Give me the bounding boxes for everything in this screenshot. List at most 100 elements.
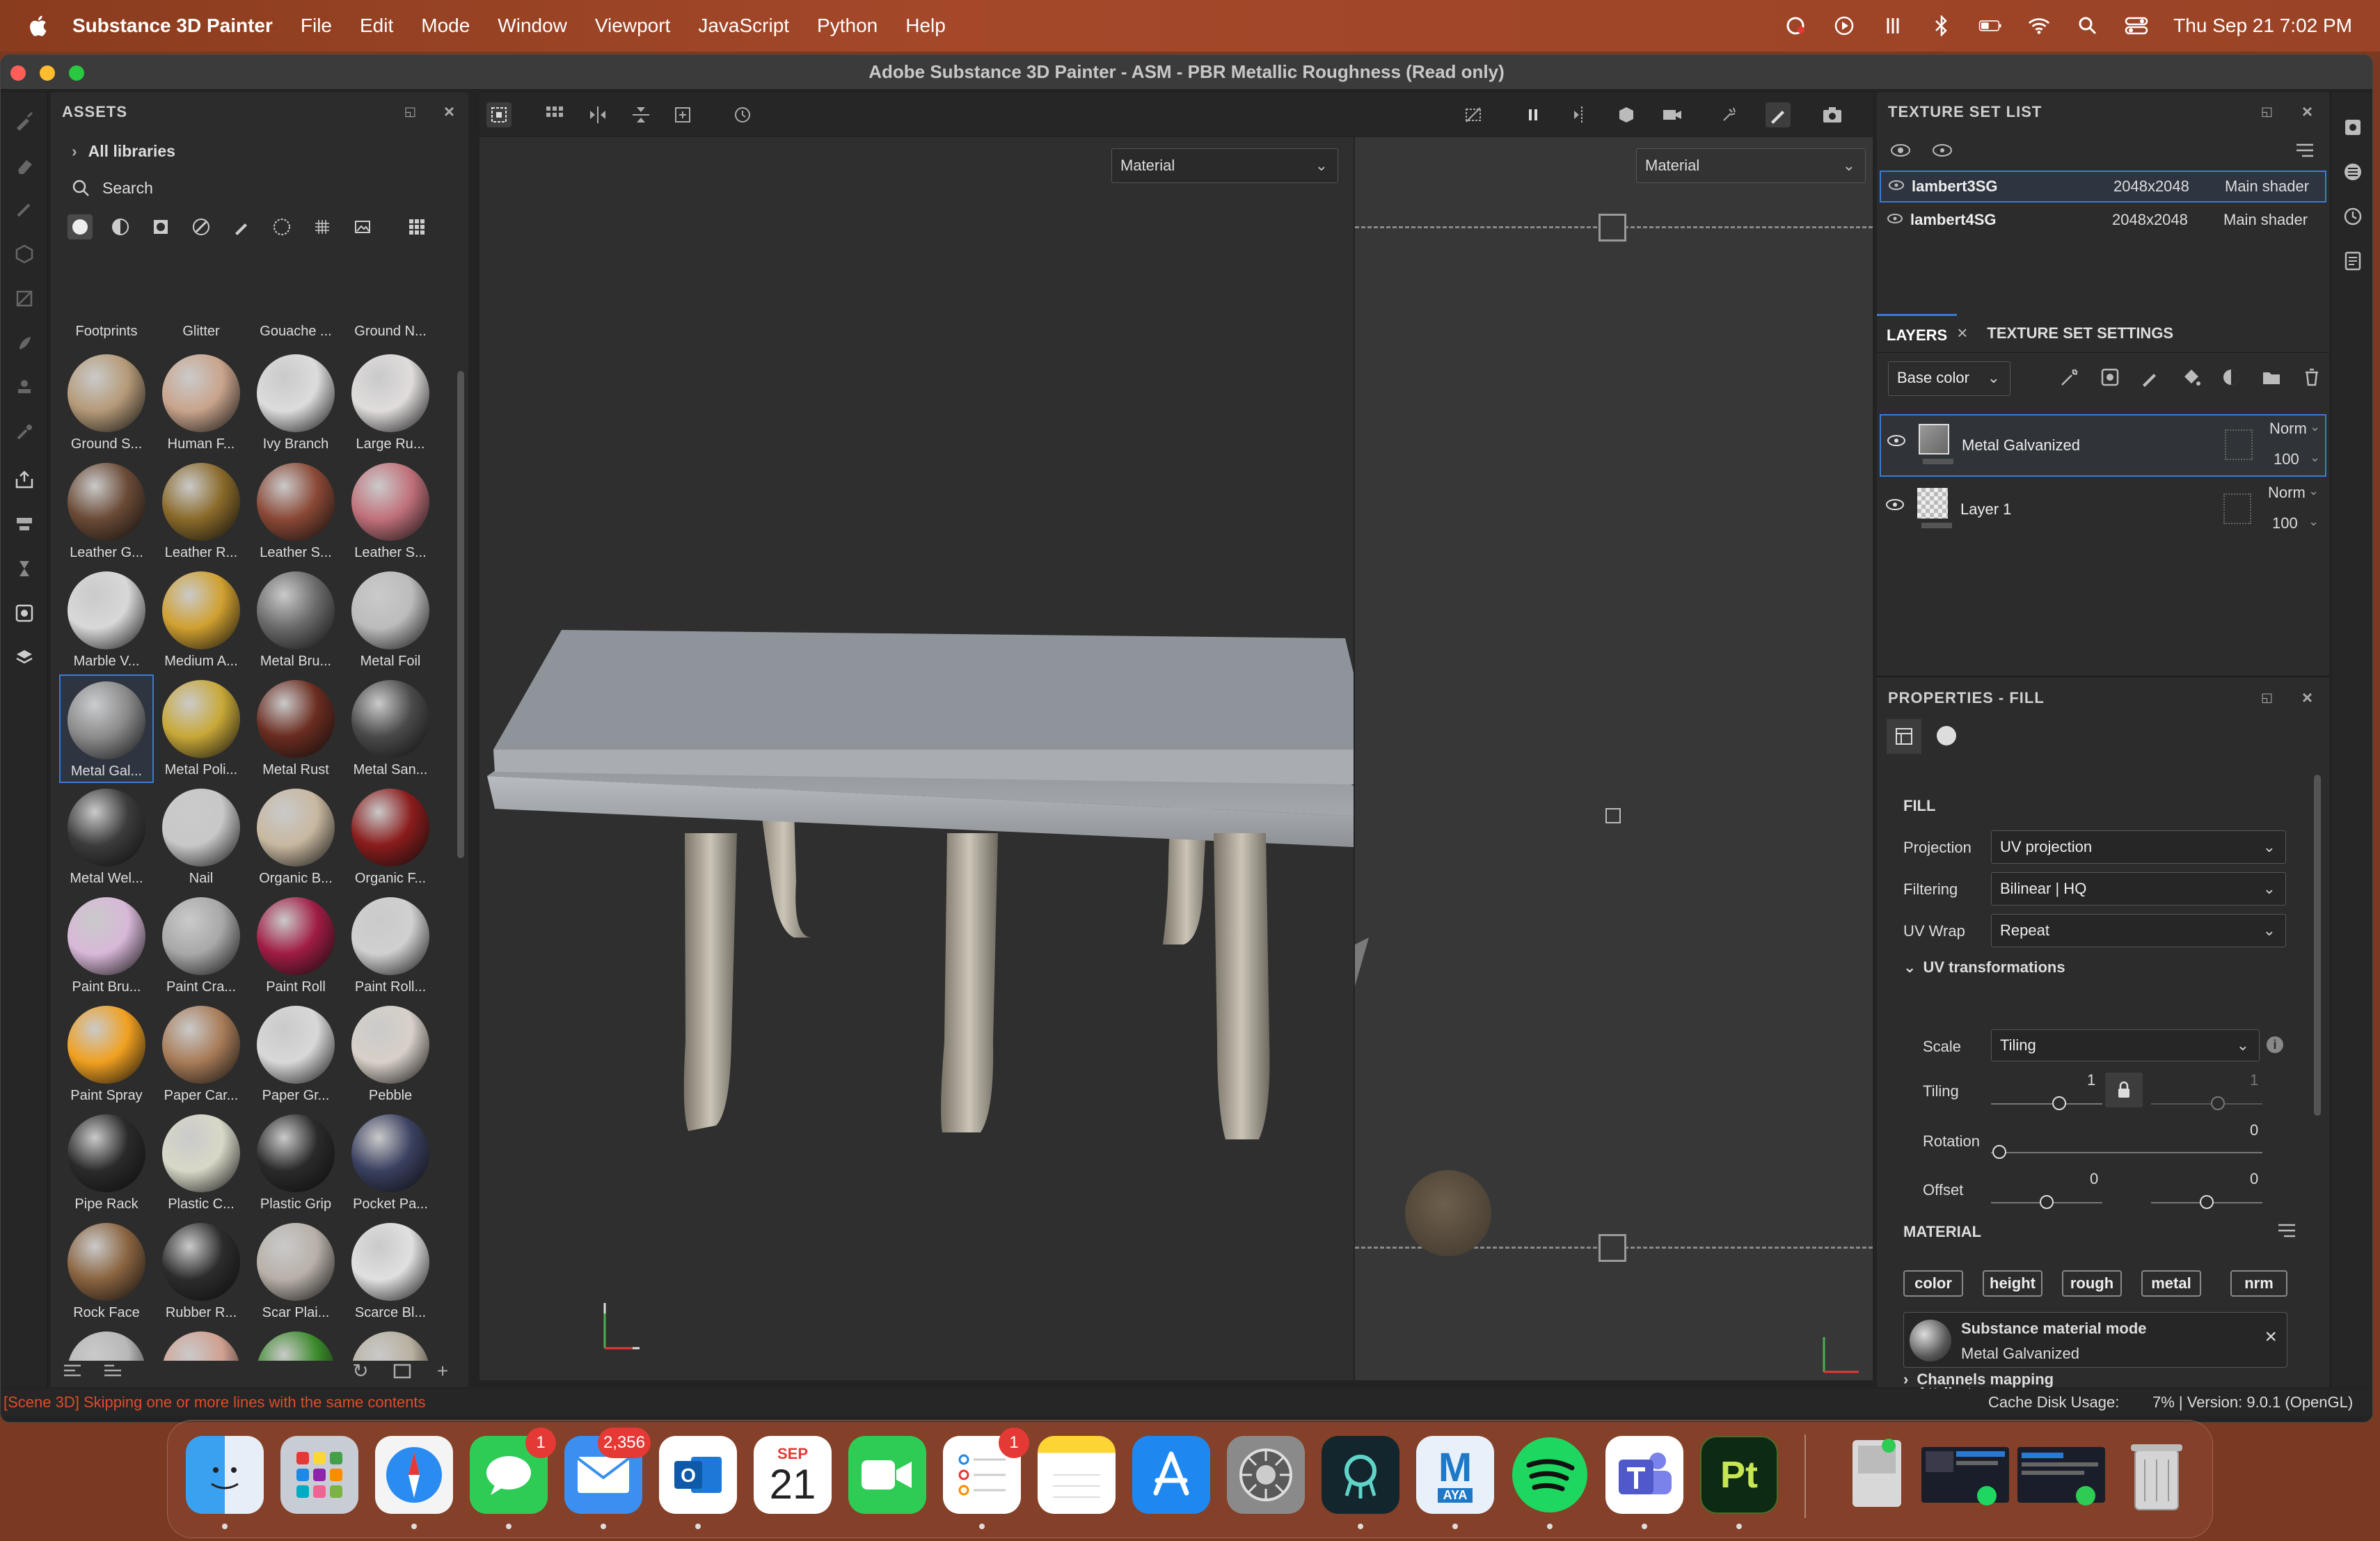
asset-tile[interactable]: Human F... — [154, 349, 248, 457]
asset-search[interactable]: Search — [51, 171, 468, 205]
log-icon[interactable] — [2342, 250, 2364, 272]
filter-brushes-icon[interactable] — [229, 214, 254, 239]
export-icon[interactable] — [13, 468, 35, 491]
filter-textures-icon[interactable] — [310, 214, 335, 239]
asset-tile[interactable]: Organic B... — [248, 783, 343, 892]
uv-pivot[interactable] — [1605, 808, 1621, 823]
gitkraken-app-icon[interactable] — [1322, 1436, 1399, 1514]
menu-python[interactable]: Python — [817, 15, 878, 37]
texture-set-resolution[interactable]: 2048x2048 — [2112, 211, 2223, 229]
layer-row[interactable]: Metal Galvanized Norm ⌄ 100 ⌄ — [1880, 414, 2326, 477]
reset-camera-icon[interactable] — [730, 102, 755, 127]
battery-icon[interactable] — [1978, 15, 2002, 36]
wifi-icon[interactable] — [2027, 15, 2051, 36]
zoom-window-button[interactable] — [69, 65, 84, 81]
new-library-icon[interactable] — [392, 1361, 413, 1382]
tiling-value-u[interactable]: 1 — [2087, 1071, 2095, 1089]
eye-icon[interactable] — [1887, 211, 1905, 229]
notes-app-icon[interactable] — [1038, 1436, 1116, 1514]
info-icon[interactable]: i — [2267, 1036, 2283, 1053]
teams-app-icon[interactable] — [1605, 1436, 1683, 1514]
safari-app-icon[interactable] — [375, 1436, 453, 1514]
asset-tile[interactable]: Pebble — [343, 1000, 438, 1109]
reminders-app-icon[interactable]: 1 — [943, 1428, 1029, 1514]
asset-tile[interactable]: Rubber R... — [154, 1217, 248, 1326]
stamp-tool-icon[interactable] — [13, 377, 35, 399]
substance-painter-app-icon[interactable]: Pt — [1700, 1436, 1778, 1514]
uv-handle-top[interactable] — [1598, 214, 1626, 242]
play-icon[interactable] — [1832, 15, 1856, 36]
mail-app-icon[interactable]: 2,356 — [564, 1428, 651, 1514]
channel-chip-color[interactable]: color — [1903, 1270, 1963, 1297]
asset-label[interactable]: Glitter — [154, 324, 248, 349]
vertical-symmetry-icon[interactable] — [628, 102, 653, 127]
layer-mask-slot[interactable] — [2223, 493, 2251, 524]
menu-help[interactable]: Help — [905, 15, 946, 37]
texture-set-row[interactable]: lambert3SG 2048x2048 Main shader — [1880, 171, 2326, 203]
system-settings-app-icon[interactable] — [1227, 1436, 1305, 1514]
asset-tile[interactable]: Paint Spray — [59, 1000, 154, 1109]
eraser-tool-icon[interactable] — [13, 154, 35, 176]
offset-slider-v-knob[interactable] — [2200, 1195, 2214, 1209]
menu-window[interactable]: Window — [498, 15, 567, 37]
close-panel-icon[interactable]: × — [441, 102, 459, 120]
layer-blend-mode[interactable]: Norm — [2269, 420, 2307, 438]
texture-set-row[interactable]: lambert4SG 2048x2048 Main shader — [1880, 204, 2326, 236]
rotation-slider-knob[interactable] — [1992, 1145, 2006, 1159]
texture-set-shader[interactable]: Main shader — [2223, 211, 2308, 229]
close-window-button[interactable] — [10, 65, 26, 81]
asset-tile[interactable]: Paint Cra... — [154, 892, 248, 1000]
control-center-icon[interactable] — [2125, 15, 2148, 36]
tiling-slider-u[interactable] — [1991, 1103, 2102, 1105]
asset-tile[interactable]: Pipe Rack — [59, 1109, 154, 1217]
asset-tile[interactable]: Organic F... — [343, 783, 438, 892]
asset-tile[interactable]: Leather S... — [343, 457, 438, 566]
selection-mode-icon[interactable] — [486, 102, 511, 127]
asset-tile[interactable]: Pocket Pa... — [343, 1109, 438, 1217]
fill-properties-tab-icon[interactable] — [1887, 719, 1921, 754]
bluetooth-icon[interactable] — [1930, 15, 1953, 36]
texture-set-resolution[interactable]: 2048x2048 — [2113, 177, 2225, 196]
asset-tile[interactable]: Paper Gr... — [248, 1000, 343, 1109]
filter-smart-materials-icon[interactable] — [108, 214, 133, 239]
filter-environments-icon[interactable] — [350, 214, 375, 239]
screenshot-thumbnail[interactable] — [2016, 1436, 2107, 1514]
apple-menu-icon[interactable] — [26, 13, 51, 38]
uvwrap-select[interactable]: Repeat ⌄ — [1991, 914, 2286, 947]
close-tab-icon[interactable]: × — [1957, 322, 1967, 344]
refresh-icon[interactable]: ↻ — [350, 1361, 371, 1382]
layer-row[interactable]: Layer 1 Norm ⌄ 100 ⌄ — [1880, 480, 2326, 542]
uv-handle-bottom[interactable] — [1598, 1234, 1626, 1262]
paint-brush-tool-icon[interactable] — [13, 109, 35, 132]
asset-tile[interactable]: Medium A... — [154, 566, 248, 674]
channel-chip-rough[interactable]: rough — [2062, 1270, 2122, 1297]
asset-tile[interactable]: Large Ru... — [343, 349, 438, 457]
channel-chip-nrm[interactable]: nrm — [2230, 1270, 2287, 1297]
undock-icon[interactable]: ◱ — [402, 102, 420, 120]
tiling-value-v[interactable]: 1 — [2250, 1071, 2258, 1089]
close-panel-icon[interactable]: × — [2299, 102, 2317, 120]
asset-tile[interactable]: Metal Rust — [248, 674, 343, 783]
scale-select[interactable]: Tiling ⌄ — [1991, 1029, 2260, 1061]
spotlight-search-icon[interactable] — [2076, 15, 2100, 36]
asset-tile[interactable]: Metal San... — [343, 674, 438, 783]
app-name-menu[interactable]: Substance 3D Painter — [72, 15, 273, 37]
tsl-menu-icon[interactable] — [2294, 141, 2315, 163]
viewport-2d-mode-select[interactable]: Material ⌄ — [1636, 148, 1866, 183]
facetime-app-icon[interactable] — [848, 1436, 926, 1514]
properties-scrollbar[interactable] — [2314, 775, 2321, 1116]
channels-mapping-toggle[interactable]: › Channels mapping — [1903, 1370, 2054, 1389]
tiling-slider-v-knob[interactable] — [2211, 1096, 2225, 1110]
menubar-clock[interactable]: Thu Sep 21 7:02 PM — [2173, 15, 2352, 37]
add-asset-icon[interactable]: + — [432, 1361, 453, 1382]
picker-tool-icon[interactable] — [13, 421, 35, 443]
tab-layers[interactable]: LAYERS — [1877, 313, 1958, 353]
layer-opacity[interactable]: 100 — [2274, 450, 2299, 468]
fit-view-icon[interactable] — [670, 102, 695, 127]
asset-tile[interactable]: Plastic Grip — [248, 1109, 343, 1217]
geometry-fill-icon[interactable] — [13, 243, 35, 265]
rotation-slider[interactable] — [1991, 1152, 2262, 1153]
add-paint-layer-icon[interactable] — [2140, 367, 2161, 391]
add-mask-icon[interactable] — [2100, 367, 2120, 391]
undock-icon[interactable]: ◱ — [2258, 102, 2276, 120]
